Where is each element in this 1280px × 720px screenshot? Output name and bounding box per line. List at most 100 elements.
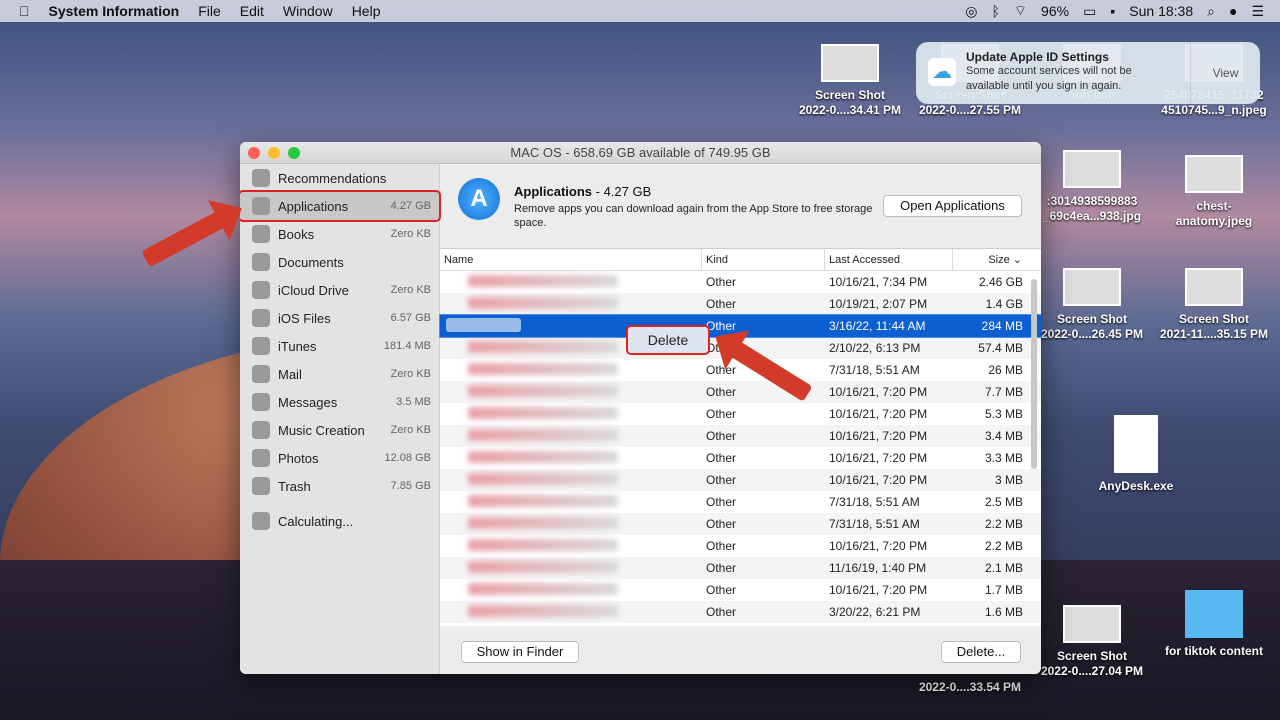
size-cell: 3.3 MB bbox=[984, 451, 1023, 465]
size-cell: 2.46 GB bbox=[978, 275, 1023, 289]
sidebar-item-label: Documents bbox=[278, 254, 344, 270]
table-row[interactable]: Other 7/31/18, 5:51 AM 2.5 MB bbox=[440, 491, 1041, 513]
search-icon[interactable]: ⌕ bbox=[1207, 3, 1215, 20]
desktop-icon[interactable]: Screen Shot 2022-0....26.45 PM bbox=[1032, 268, 1152, 342]
sidebar-item-music-creation[interactable]: Music Creation Zero KB bbox=[240, 416, 439, 444]
creative-cloud-icon[interactable]: ◎ bbox=[965, 3, 977, 20]
kind-cell: Other bbox=[706, 605, 737, 619]
close-button[interactable] bbox=[248, 147, 260, 159]
sidebar-item-icloud-drive[interactable]: iCloud Drive Zero KB bbox=[240, 276, 439, 304]
table-row[interactable]: Other 7/31/18, 5:51 AM 2.2 MB bbox=[440, 513, 1041, 535]
last-accessed-cell: 7/31/18, 5:51 AM bbox=[829, 363, 920, 377]
sidebar-item-applications[interactable]: Applications 4.27 GB bbox=[240, 190, 441, 222]
notification-body: Some account services will not be availa… bbox=[966, 65, 1132, 92]
context-menu-delete[interactable]: Delete bbox=[626, 325, 710, 355]
sidebar-item-size: Zero KB bbox=[390, 424, 431, 436]
sidebar-item-messages[interactable]: Messages 3.5 MB bbox=[240, 388, 439, 416]
battery-percent[interactable]: 96% bbox=[1041, 3, 1069, 19]
table-row[interactable]: Other 10/16/21, 7:34 PM 2.46 GB bbox=[440, 271, 1041, 293]
app-name-redacted bbox=[440, 384, 702, 400]
sidebar-item-size: Zero KB bbox=[390, 284, 431, 296]
sidebar-item-itunes[interactable]: iTunes 181.4 MB bbox=[240, 332, 439, 360]
last-accessed-cell: 7/31/18, 5:51 AM bbox=[829, 495, 920, 509]
scrollbar[interactable] bbox=[1031, 279, 1037, 469]
system-information-window: MAC OS - 658.69 GB available of 749.95 G… bbox=[240, 142, 1041, 674]
apple-icon[interactable]:  bbox=[19, 3, 30, 19]
category-icon bbox=[252, 393, 270, 411]
category-icon bbox=[252, 225, 270, 243]
app-name-redacted bbox=[440, 362, 702, 378]
sidebar: Recommendations Applications 4.27 GB Books Z… bbox=[240, 164, 441, 674]
size-cell: 1.6 MB bbox=[984, 605, 1023, 619]
open-applications-button[interactable]: Open Applications bbox=[883, 195, 1022, 217]
file-thumbnail bbox=[1185, 155, 1243, 193]
desktop-icon[interactable]: chest-anatomy.jpeg bbox=[1154, 155, 1274, 229]
table-row[interactable]: Other 10/16/21, 7:20 PM 3.4 MB bbox=[440, 425, 1041, 447]
delete-button[interactable]: Delete... bbox=[941, 641, 1021, 663]
table-row[interactable]: Other 3/20/22, 6:21 PM 1.6 MB bbox=[440, 601, 1041, 623]
table-row[interactable]: Other 10/16/21, 7:20 PM 3 MB bbox=[440, 469, 1041, 491]
column-kind[interactable]: Kind bbox=[702, 249, 825, 270]
table-row[interactable]: Other 10/16/21, 7:20 PM 1.7 MB bbox=[440, 579, 1041, 601]
desktop-icon[interactable]: 2022-0....33.54 PM bbox=[910, 680, 1030, 695]
desktop-icon-label: Screen Shot bbox=[1178, 312, 1250, 326]
sidebar-item-documents[interactable]: Documents bbox=[240, 248, 439, 276]
table-row[interactable]: Other 10/16/21, 7:20 PM 5.3 MB bbox=[440, 403, 1041, 425]
sidebar-item-trash[interactable]: Trash 7.85 GB bbox=[240, 472, 439, 500]
title-bar: MAC OS - 658.69 GB available of 749.95 G… bbox=[240, 142, 1041, 164]
notification-center-icon[interactable]: ☰ bbox=[1251, 3, 1264, 20]
show-in-finder-button[interactable]: Show in Finder bbox=[461, 641, 579, 663]
size-cell: 2.5 MB bbox=[984, 495, 1023, 509]
kind-cell: Other bbox=[706, 561, 737, 575]
wifi-icon[interactable]: ⌔ bbox=[1014, 2, 1027, 20]
desktop-icon[interactable]: Screen Shot 2021-11....35.15 PM bbox=[1154, 268, 1274, 342]
table-row[interactable]: Other 11/16/19, 1:40 PM 2.1 MB bbox=[440, 557, 1041, 579]
desktop-icon[interactable]: for tiktok content bbox=[1154, 590, 1274, 659]
file-thumbnail bbox=[1063, 268, 1121, 306]
sidebar-item-label: Messages bbox=[278, 394, 338, 410]
last-accessed-cell: 10/19/21, 2:07 PM bbox=[829, 297, 928, 311]
notification[interactable]: ☁ Update Apple ID Settings Some account … bbox=[916, 42, 1260, 104]
table-row[interactable]: Other 10/19/21, 2:07 PM 1.4 GB bbox=[440, 293, 1041, 315]
minimize-button[interactable] bbox=[268, 147, 280, 159]
kind-cell: Other bbox=[706, 407, 737, 421]
sidebar-item-ios-files[interactable]: iOS Files 6.57 GB bbox=[240, 304, 439, 332]
table-row[interactable]: Other 10/16/21, 7:20 PM 2.2 MB bbox=[440, 535, 1041, 557]
bluetooth-icon[interactable]: ᛒ bbox=[991, 3, 999, 19]
menu-file[interactable]: File bbox=[198, 3, 221, 19]
desktop-icon[interactable]: Screen Shot 2022-0....27.04 PM bbox=[1032, 605, 1152, 679]
clock[interactable]: Sun 18:38 bbox=[1129, 3, 1193, 19]
table-row[interactable]: Other 10/16/21, 7:20 PM 3.3 MB bbox=[440, 447, 1041, 469]
column-name[interactable]: Name bbox=[440, 249, 702, 270]
sidebar-item-mail[interactable]: Mail Zero KB bbox=[240, 360, 439, 388]
app-name-redacted bbox=[440, 472, 702, 488]
app-name-redacted bbox=[440, 494, 702, 510]
menu-edit[interactable]: Edit bbox=[240, 3, 264, 19]
category-icon bbox=[252, 281, 270, 299]
menu-help[interactable]: Help bbox=[352, 3, 381, 19]
siri-icon[interactable]: ● bbox=[1229, 3, 1237, 19]
column-size[interactable]: Size ⌄ bbox=[953, 249, 1028, 270]
table-row[interactable]: Other 10/16/21, 7:20 PM 7.7 MB bbox=[440, 381, 1041, 403]
battery-icon[interactable]: ▭ bbox=[1083, 3, 1096, 20]
file-thumbnail bbox=[1063, 150, 1121, 188]
input-method-icon[interactable]: ▪ bbox=[1110, 3, 1115, 19]
desktop-icon[interactable]: AnyDesk.exe bbox=[1076, 415, 1196, 494]
desktop-icon[interactable]: :3014938599883 _69c4ea...938.jpg bbox=[1032, 150, 1152, 224]
zoom-button[interactable] bbox=[288, 147, 300, 159]
category-icon bbox=[252, 365, 270, 383]
sidebar-item-recommendations[interactable]: Recommendations bbox=[240, 164, 439, 192]
desktop-icon[interactable]: Screen Shot 2022-0....34.41 PM bbox=[790, 44, 910, 118]
sidebar-item-books[interactable]: Books Zero KB bbox=[240, 220, 439, 248]
last-accessed-cell: 11/16/19, 1:40 PM bbox=[829, 561, 927, 575]
section-title: Applications bbox=[514, 184, 593, 199]
app-name-redacted bbox=[440, 538, 702, 554]
desktop-icon-label: 4510745...9_n.jpeg bbox=[1161, 103, 1267, 117]
menu-app[interactable]: System Information bbox=[49, 3, 180, 19]
sidebar-item-photos[interactable]: Photos 12.08 GB bbox=[240, 444, 439, 472]
category-icon bbox=[252, 253, 270, 271]
notification-view-button[interactable]: View bbox=[1190, 42, 1260, 104]
menu-window[interactable]: Window bbox=[283, 3, 333, 19]
sidebar-item-calculating-[interactable]: Calculating... bbox=[240, 507, 439, 535]
column-last-accessed[interactable]: Last Accessed bbox=[825, 249, 953, 270]
